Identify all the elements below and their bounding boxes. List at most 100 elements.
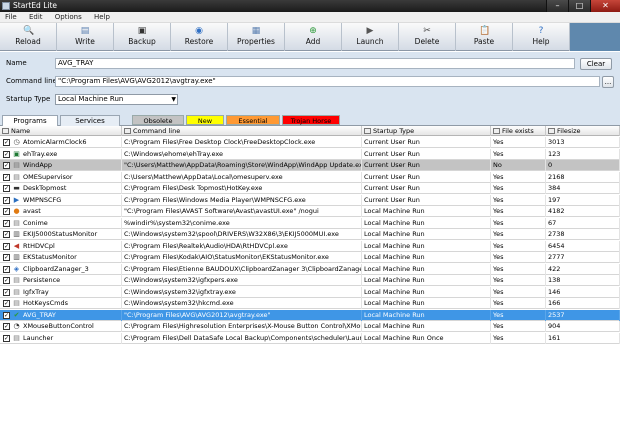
- startup-type-select[interactable]: Local Machine Run ▼: [55, 94, 178, 105]
- delete-icon: ✂: [423, 26, 431, 36]
- media-player-icon: ▶: [13, 195, 20, 204]
- table-row[interactable]: ✓ ▥ EKIJ5000StatusMonitor C:\Windows\system…: [0, 229, 620, 240]
- title-bar: StartEd Lite – □ ✕: [0, 0, 620, 12]
- command-line-field[interactable]: "C:\Program Files\AVG\AVG2012\avgtray.ex…: [55, 76, 600, 87]
- table-row[interactable]: ✓ ▶ WMPNSCFG C:\Program Files\Windows Media…: [0, 194, 620, 206]
- cell-name: ✓ ▤ OMESupervisor: [0, 171, 122, 183]
- enabled-checkbox[interactable]: ✓: [3, 196, 10, 204]
- tab-services[interactable]: Services: [60, 115, 120, 126]
- enabled-checkbox[interactable]: ✓: [3, 254, 10, 261]
- cell-startup-type: Local Machine Run: [362, 286, 491, 298]
- column-header-name[interactable]: Name: [0, 126, 122, 136]
- cell-file-exists: Yes: [491, 298, 546, 309]
- table-row[interactable]: ✓ ▬ DeskTopmost C:\Program Files\Desk Topmo…: [0, 183, 620, 194]
- entry-form: Name AVG_TRAY Clear Command line "C:\Pro…: [0, 52, 620, 114]
- table-row[interactable]: ✓ ▤ Conime %windir%\system32\conime.exe Loca…: [0, 217, 620, 229]
- table-row[interactable]: ✓ ▤ Launcher C:\Program Files\Dell DataSafe…: [0, 332, 620, 344]
- enabled-checkbox[interactable]: ✓: [3, 162, 10, 169]
- cell-name: ✓ ▤ Launcher: [0, 332, 122, 344]
- table-row[interactable]: ✓ ◷ AtomicAlarmClock6 C:\Program Files\Free…: [0, 137, 620, 148]
- table-header: Name Command line Startup Type File exis…: [0, 126, 620, 136]
- cell-startup-type: Local Machine Run: [362, 229, 491, 240]
- column-header-command-line[interactable]: Command line: [122, 126, 362, 136]
- write-button[interactable]: ▤ Write: [57, 23, 114, 51]
- cell-filesize: 146: [546, 286, 620, 298]
- enabled-checkbox[interactable]: ✓: [3, 323, 10, 330]
- add-icon: ⊕: [309, 26, 317, 36]
- enabled-checkbox[interactable]: ✓: [3, 185, 10, 192]
- reload-button[interactable]: 🔍 Reload: [0, 23, 57, 51]
- delete-button-label: Delete: [414, 37, 440, 46]
- table-row[interactable]: ✓ ◀ RtHDVCpl C:\Program Files\Realtek\Audio…: [0, 240, 620, 252]
- cell-file-exists: Yes: [491, 240, 546, 252]
- launch-button[interactable]: ▶ Launch: [342, 23, 399, 51]
- table-row[interactable]: ✓ ● avast "C:\Program Files\AVAST Software\…: [0, 206, 620, 217]
- app-icon: ▤: [13, 287, 20, 296]
- cell-startup-type: Current User Run: [362, 194, 491, 206]
- cell-file-exists: Yes: [491, 171, 546, 183]
- clear-button[interactable]: Clear: [580, 58, 612, 70]
- add-button-label: Add: [305, 37, 321, 46]
- delete-button[interactable]: ✂ Delete: [399, 23, 456, 51]
- cell-name: ✓ ▣ ehTray.exe: [0, 148, 122, 160]
- table-row[interactable]: ✓ ▤ OMESupervisor C:\Users\Matthew\AppData\…: [0, 171, 620, 183]
- add-button[interactable]: ⊕ Add: [285, 23, 342, 51]
- column-header-filesize[interactable]: Filesize: [546, 126, 620, 136]
- cell-name: ✓ ▥ EKIJ5000StatusMonitor: [0, 229, 122, 240]
- menu-edit[interactable]: Edit: [24, 12, 48, 23]
- table-row[interactable]: ✓ ▥ EKStatusMonitor C:\Program Files\Kodak\…: [0, 252, 620, 263]
- cell-filesize: 123: [546, 148, 620, 160]
- enabled-checkbox[interactable]: ✓: [3, 242, 10, 250]
- cell-command-line: C:\Program Files\Highresolution Enterpri…: [124, 321, 362, 332]
- enabled-checkbox[interactable]: ✓: [3, 277, 10, 284]
- write-icon: ▤: [80, 26, 90, 36]
- help-button[interactable]: ? Help: [513, 23, 570, 51]
- backup-button[interactable]: ▣ Backup: [114, 23, 171, 51]
- enabled-checkbox[interactable]: ✓: [3, 311, 10, 319]
- paste-button[interactable]: 📋 Paste: [456, 23, 513, 51]
- column-header-startup-type[interactable]: Startup Type: [362, 126, 491, 136]
- table-row[interactable]: ✓ ▣ ehTray.exe C:\Windows\ehome\ehTray.exe C…: [0, 148, 620, 160]
- table-row[interactable]: ✓ ◔ XMouseButtonControl C:\Program Files\Hi…: [0, 321, 620, 332]
- table-row[interactable]: ✓ ◈ ClipboardZanager_3 C:\Program Files\Eti…: [0, 263, 620, 275]
- restore-button[interactable]: ◉ Restore: [171, 23, 228, 51]
- cell-startup-type: Current User Run: [362, 160, 491, 171]
- cell-file-exists: Yes: [491, 137, 546, 148]
- maximize-button[interactable]: □: [568, 0, 590, 12]
- cell-name: ✓ ◈ ClipboardZanager_3: [0, 263, 122, 275]
- enabled-checkbox[interactable]: ✓: [3, 208, 10, 215]
- cell-filesize: 2777: [546, 252, 620, 263]
- cell-name: ✓ ✔ AVG_TRAY: [0, 309, 122, 321]
- menu-options[interactable]: Options: [50, 12, 87, 23]
- enabled-checkbox[interactable]: ✓: [3, 219, 10, 227]
- tab-programs[interactable]: Programs: [2, 115, 58, 126]
- enabled-checkbox[interactable]: ✓: [3, 231, 10, 238]
- enabled-checkbox[interactable]: ✓: [3, 150, 10, 158]
- table-row[interactable]: ✓ ▤ WindApp "C:\Users\Matthew\AppData\Roami…: [0, 160, 620, 171]
- cell-startup-type: Current User Run: [362, 148, 491, 160]
- cell-name: ✓ ▬ DeskTopmost: [0, 183, 122, 194]
- properties-button[interactable]: ▦ Properties: [228, 23, 285, 51]
- minimize-button[interactable]: –: [546, 0, 568, 12]
- enabled-checkbox[interactable]: ✓: [3, 173, 10, 181]
- program-name: AVG_TRAY: [23, 310, 56, 319]
- table-row[interactable]: ✓ ▤ IgfxTray C:\Windows\system32\igfxtray.e…: [0, 286, 620, 298]
- close-button[interactable]: ✕: [590, 0, 620, 12]
- table-row[interactable]: ✓ ▤ HotKeysCmds C:\Windows\system32\hkcmd.e…: [0, 298, 620, 309]
- cell-filesize: 384: [546, 183, 620, 194]
- menu-help[interactable]: Help: [89, 12, 115, 23]
- column-header-file-exists[interactable]: File exists: [491, 126, 546, 136]
- cell-filesize: 161: [546, 332, 620, 344]
- cell-command-line: C:\Windows\system32\igfxtray.exe: [122, 286, 362, 298]
- menu-file[interactable]: File: [0, 12, 22, 23]
- enabled-checkbox[interactable]: ✓: [3, 139, 10, 146]
- enabled-checkbox[interactable]: ✓: [3, 300, 10, 307]
- enabled-checkbox[interactable]: ✓: [3, 334, 10, 342]
- name-field[interactable]: AVG_TRAY: [55, 58, 575, 69]
- enabled-checkbox[interactable]: ✓: [3, 288, 10, 296]
- menu-bar: File Edit Options Help: [0, 12, 620, 23]
- enabled-checkbox[interactable]: ✓: [3, 265, 10, 273]
- table-row[interactable]: ✓ ▤ Persistence C:\Windows\system32\igfxper…: [0, 275, 620, 286]
- browse-button[interactable]: ...: [602, 76, 614, 88]
- table-row[interactable]: ✓ ✔ AVG_TRAY "C:\Program Files\AVG\AVG2012\…: [0, 309, 620, 321]
